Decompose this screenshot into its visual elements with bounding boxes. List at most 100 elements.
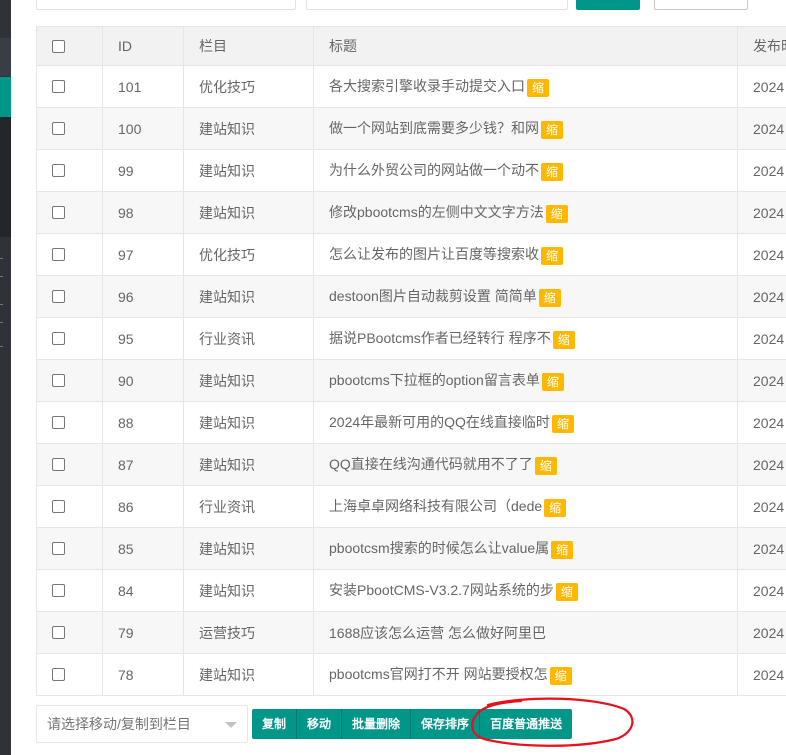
row-checkbox[interactable] bbox=[52, 122, 65, 136]
column-header-category: 栏目 bbox=[183, 26, 314, 66]
row-title-link[interactable]: destoon图片自动裁剪设置 简简单 bbox=[329, 288, 537, 304]
row-checkbox[interactable] bbox=[52, 584, 65, 598]
table-row: 100 建站知识 做一个网站到底需要多少钱？和网缩 2024 bbox=[36, 107, 786, 150]
baidu-push-button[interactable]: 百度普通推送 bbox=[480, 709, 573, 739]
row-checkbox[interactable] bbox=[52, 248, 65, 262]
row-title-link[interactable]: 怎么让发布的图片让百度等搜索收 bbox=[329, 246, 539, 262]
search-field[interactable] bbox=[36, 0, 296, 10]
row-select-cell bbox=[36, 149, 103, 192]
row-category: 建站知识 bbox=[183, 359, 314, 402]
sidebar-submenu bbox=[0, 117, 11, 237]
row-id: 85 bbox=[102, 527, 184, 570]
row-id: 78 bbox=[102, 653, 184, 696]
row-checkbox[interactable] bbox=[52, 416, 65, 430]
row-id: 87 bbox=[102, 443, 184, 486]
row-title-cell: 修改pbootcms的左侧中文文字方法缩 bbox=[313, 191, 738, 234]
sidebar bbox=[0, 0, 11, 755]
batch-action-buttons: 复制 移动 批量删除 保存排序 百度普通推送 bbox=[252, 709, 573, 739]
row-date: 2024 bbox=[737, 65, 786, 108]
row-date: 2024 bbox=[737, 233, 786, 276]
row-category: 行业资讯 bbox=[183, 485, 314, 528]
row-id: 86 bbox=[102, 485, 184, 528]
row-date: 2024 bbox=[737, 191, 786, 234]
row-date: 2024 bbox=[737, 401, 786, 444]
row-id: 88 bbox=[102, 401, 184, 444]
row-category: 行业资讯 bbox=[183, 317, 314, 360]
row-checkbox[interactable] bbox=[52, 374, 65, 388]
row-title-link[interactable]: QQ直接在线沟通代码就用不了了 bbox=[329, 456, 533, 472]
row-date: 2024 bbox=[737, 317, 786, 360]
row-date: 2024 bbox=[737, 527, 786, 570]
column-header-id[interactable]: ID bbox=[102, 26, 184, 66]
row-title-cell: 2024年最新可用的QQ在线直接临时缩 bbox=[313, 401, 738, 444]
row-title-cell: 怎么让发布的图片让百度等搜索收缩 bbox=[313, 233, 738, 276]
row-id: 99 bbox=[102, 149, 184, 192]
row-checkbox[interactable] bbox=[52, 332, 65, 346]
batch-delete-button[interactable]: 批量删除 bbox=[342, 709, 412, 739]
sidebar-marker bbox=[0, 258, 3, 259]
row-checkbox[interactable] bbox=[52, 458, 65, 472]
table-row: 86 行业资讯 上海卓卓网络科技有限公司（dede 缩 2024 bbox=[36, 485, 786, 528]
row-date: 2024 bbox=[737, 149, 786, 192]
row-title-link[interactable]: 为什么外贸公司的网站做一个动不 bbox=[329, 162, 539, 178]
row-title-link[interactable]: pbootcsm搜索的时候怎么让value属 bbox=[329, 540, 549, 556]
row-select-cell bbox=[36, 653, 103, 696]
copy-button[interactable]: 复制 bbox=[252, 709, 298, 739]
row-title-link[interactable]: pbootcms下拉框的option留言表单 bbox=[329, 372, 540, 388]
row-title-link[interactable]: 上海卓卓网络科技有限公司（dede bbox=[329, 498, 542, 514]
row-title-cell: QQ直接在线沟通代码就用不了了缩 bbox=[313, 443, 738, 486]
row-category: 建站知识 bbox=[183, 401, 314, 444]
row-category: 建站知识 bbox=[183, 107, 314, 150]
row-date: 2024 bbox=[737, 443, 786, 486]
thumbnail-tag: 缩 bbox=[551, 414, 574, 433]
reset-button[interactable] bbox=[654, 0, 748, 10]
row-title-cell: 做一个网站到底需要多少钱？和网缩 bbox=[313, 107, 738, 150]
row-title-link[interactable]: pbootcms官网打不开 网站要授权怎 bbox=[329, 666, 548, 682]
row-title-link[interactable]: 1688应该怎么运营 怎么做好阿里巴 bbox=[329, 625, 546, 641]
row-date: 2024 bbox=[737, 611, 786, 654]
select-all-checkbox[interactable] bbox=[52, 39, 65, 53]
table-row: 98 建站知识 修改pbootcms的左侧中文文字方法缩 2024 bbox=[36, 191, 786, 234]
row-id: 79 bbox=[102, 611, 184, 654]
keyword-field[interactable] bbox=[306, 0, 568, 10]
select-all-cell bbox=[36, 26, 103, 66]
table-row: 87 建站知识 QQ直接在线沟通代码就用不了了缩 2024 bbox=[36, 443, 786, 486]
row-title-cell: 为什么外贸公司的网站做一个动不缩 bbox=[313, 149, 738, 192]
save-sort-button[interactable]: 保存排序 bbox=[411, 709, 481, 739]
row-date: 2024 bbox=[737, 107, 786, 150]
row-title-link[interactable]: 2024年最新可用的QQ在线直接临时 bbox=[329, 414, 550, 430]
thumbnail-tag: 缩 bbox=[534, 456, 557, 475]
thumbnail-tag: 缩 bbox=[549, 666, 572, 685]
row-checkbox[interactable] bbox=[52, 164, 65, 178]
sidebar-item-active[interactable] bbox=[0, 77, 11, 117]
table-row: 78 建站知识 pbootcms官网打不开 网站要授权怎缩 2024 bbox=[36, 653, 786, 696]
row-date: 2024 bbox=[737, 275, 786, 318]
row-select-cell bbox=[36, 107, 103, 150]
row-checkbox[interactable] bbox=[52, 626, 65, 640]
row-checkbox[interactable] bbox=[52, 500, 65, 514]
row-checkbox[interactable] bbox=[52, 80, 65, 94]
row-select-cell bbox=[36, 191, 103, 234]
thumbnail-tag: 缩 bbox=[552, 330, 575, 349]
row-select-cell bbox=[36, 611, 103, 654]
row-select-cell bbox=[36, 401, 103, 444]
move-copy-category-select[interactable]: 请选择移动/复制到栏目 bbox=[36, 705, 248, 743]
row-title-link[interactable]: 修改pbootcms的左侧中文文字方法 bbox=[329, 204, 544, 220]
table-row: 97 优化技巧 怎么让发布的图片让百度等搜索收缩 2024 bbox=[36, 233, 786, 276]
row-title-link[interactable]: 安装PbootCMS-V3.2.7网站系统的步 bbox=[329, 582, 554, 598]
row-checkbox[interactable] bbox=[52, 668, 65, 682]
row-title-link[interactable]: 各大搜索引擎收录手动提交入口 bbox=[329, 78, 525, 94]
row-title-link[interactable]: 据说PBootcms作者已经转行 程序不 bbox=[329, 330, 551, 346]
thumbnail-tag: 缩 bbox=[541, 246, 564, 265]
search-button[interactable] bbox=[576, 0, 640, 10]
row-id: 98 bbox=[102, 191, 184, 234]
move-button[interactable]: 移动 bbox=[297, 709, 343, 739]
row-title-link[interactable]: 做一个网站到底需要多少钱？和网 bbox=[329, 120, 539, 136]
row-checkbox[interactable] bbox=[52, 206, 65, 220]
row-checkbox[interactable] bbox=[52, 542, 65, 556]
sidebar-item[interactable] bbox=[0, 38, 11, 76]
table-row: 99 建站知识 为什么外贸公司的网站做一个动不缩 2024 bbox=[36, 149, 786, 192]
row-checkbox[interactable] bbox=[52, 290, 65, 304]
thumbnail-tag: 缩 bbox=[538, 288, 561, 307]
table-row: 84 建站知识 安装PbootCMS-V3.2.7网站系统的步缩 2024 bbox=[36, 569, 786, 612]
